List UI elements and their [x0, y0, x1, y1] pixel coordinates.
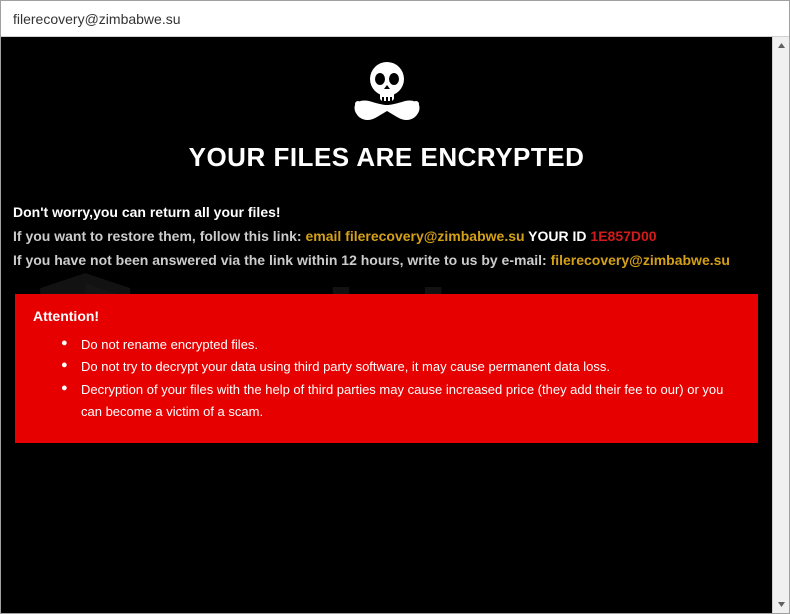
your-id-value: 1E857D00: [590, 228, 656, 244]
restore-line: If you want to restore them, follow this…: [13, 225, 760, 249]
window-title: filerecovery@zimbabwe.su: [13, 11, 181, 27]
fallback-line: If you have not been answered via the li…: [13, 249, 760, 273]
attention-title: Attention!: [33, 308, 740, 324]
vertical-scrollbar[interactable]: [772, 37, 789, 613]
skull-container: [13, 57, 760, 132]
list-item: Do not try to decrypt your data using th…: [61, 356, 740, 378]
skull-crossbones-icon: [347, 57, 427, 127]
window-titlebar: filerecovery@zimbabwe.su: [1, 1, 789, 37]
list-item: Do not rename encrypted files.: [61, 334, 740, 356]
attention-list: Do not rename encrypted files. Do not tr…: [33, 334, 740, 422]
app-window: filerecovery@zimbabwe.su pcrisk.com: [0, 0, 790, 614]
fallback-prefix: If you have not been answered via the li…: [13, 252, 551, 268]
restore-prefix: If you want to restore them, follow this…: [13, 228, 305, 244]
main-heading: YOUR FILES ARE ENCRYPTED: [13, 142, 760, 173]
your-id-label: YOUR ID: [525, 228, 591, 244]
content-layer: YOUR FILES ARE ENCRYPTED Don't worry,you…: [13, 57, 760, 443]
list-item: Decryption of your files with the help o…: [61, 379, 740, 423]
ransom-note: pcrisk.com: [1, 37, 772, 613]
scroll-down-icon[interactable]: [773, 596, 790, 613]
email-link[interactable]: email filerecovery@zimbabwe.su: [305, 228, 524, 244]
attention-box: Attention! Do not rename encrypted files…: [15, 294, 758, 442]
scroll-up-icon[interactable]: [773, 37, 790, 54]
content-area: pcrisk.com: [1, 37, 789, 613]
intro-line: Don't worry,you can return all your file…: [13, 201, 760, 225]
body-text: Don't worry,you can return all your file…: [13, 201, 760, 272]
fallback-email[interactable]: filerecovery@zimbabwe.su: [551, 252, 730, 268]
